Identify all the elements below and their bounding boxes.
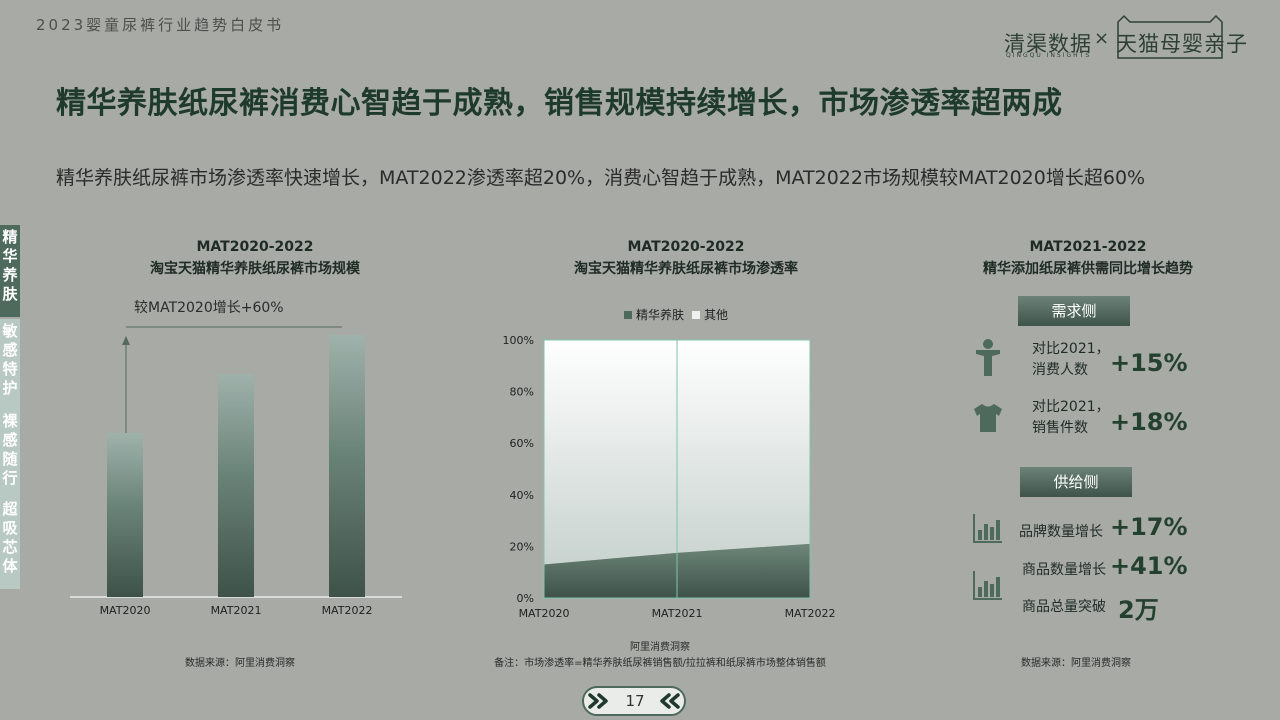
supply-metric-2-label: 商品数量增长 — [1022, 562, 1106, 578]
right-heading-title: 精华添加纸尿裤供需同比增长趋势 — [983, 261, 1193, 277]
bar-chart-icon — [973, 514, 1002, 543]
chart2-source: 阿里消费洞察 — [630, 642, 690, 653]
supply-metric-1-value: +17% — [1110, 513, 1188, 541]
y-tick-label: 0% — [517, 592, 534, 605]
page-number: 17 — [625, 692, 645, 710]
demand-metric-1-value: +15% — [1110, 349, 1188, 377]
supply-metric-2-value: +41% — [1110, 552, 1188, 580]
demand-metric-1-label-line2: 消费人数 — [1032, 362, 1088, 378]
supply-metric-3-value: 2万 — [1118, 596, 1159, 624]
x-tick-label: MAT2022 — [785, 607, 836, 620]
right-heading: MAT2021-2022 精华添加纸尿裤供需同比增长趋势 — [948, 236, 1228, 280]
bar-chart-icon — [973, 571, 1002, 600]
demand-side-pill: 需求侧 — [1018, 296, 1130, 326]
person-icon — [976, 339, 1000, 376]
right-heading-period: MAT2021-2022 — [1029, 239, 1147, 255]
demand-metric-2-value: +18% — [1110, 408, 1188, 436]
supply-metric-1-label: 品牌数量增长 — [1019, 524, 1103, 540]
y-tick-label: 40% — [510, 489, 534, 502]
y-tick-label: 80% — [510, 386, 534, 399]
right-source: 数据来源：阿里消费洞察 — [1021, 658, 1131, 669]
supply-side-pill: 供给侧 — [1020, 467, 1132, 497]
previous-page-icon[interactable] — [588, 693, 612, 709]
demand-metric-1-label: 对比2021， 消费人数 — [1032, 339, 1110, 381]
y-tick-label: 100% — [503, 334, 534, 347]
demand-metric-2-label: 对比2021， 销售件数 — [1032, 397, 1110, 439]
x-tick-label: MAT2021 — [652, 607, 703, 620]
y-tick-label: 20% — [510, 540, 534, 553]
next-page-icon[interactable] — [656, 693, 680, 709]
chart2-note: 备注：市场渗透率=精华养肤纸尿裤销售额/拉拉裤和纸尿裤市场整体销售额 — [494, 658, 826, 669]
x-tick-label: MAT2020 — [519, 607, 570, 620]
demand-metric-1-label-line1: 对比2021， — [1032, 341, 1110, 357]
supply-metric-3-label: 商品总量突破 — [1022, 599, 1106, 615]
demand-metric-2-label-line1: 对比2021， — [1032, 399, 1110, 415]
tshirt-icon — [974, 404, 1002, 432]
demand-metric-2-label-line2: 销售件数 — [1032, 420, 1088, 436]
y-tick-label: 60% — [510, 437, 534, 450]
